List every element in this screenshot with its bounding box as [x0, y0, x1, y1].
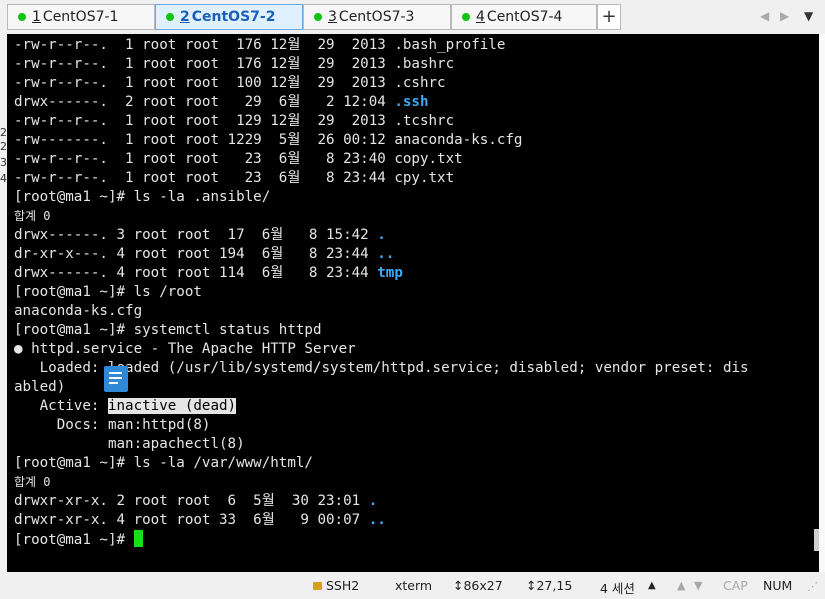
gutter-char: 2	[0, 140, 7, 153]
terminal-prompt-line: [root@ma1 ~]# ls -la .ansible/	[14, 189, 271, 205]
terminal-line: -rw-r--r--. 1 root root 176 12월 29 2013 …	[14, 56, 455, 72]
tab-centos7-1[interactable]: 1 CentOS7-1	[7, 4, 155, 30]
new-tab-button[interactable]: +	[597, 4, 621, 30]
resize-grip-icon[interactable]: ⋰	[807, 580, 818, 593]
tab-number: 1	[32, 9, 41, 25]
tab-centos7-3[interactable]: 3 CentOS7-3	[303, 4, 451, 30]
cursor-position: ↕27,15	[526, 578, 573, 593]
tab-label: CentOS7-3	[338, 9, 415, 25]
directory-name: .ssh	[394, 94, 429, 110]
active-state-highlight: inactive (dead)	[107, 398, 237, 414]
caps-lock-indicator: CAP	[723, 578, 748, 593]
scroll-down-icon[interactable]: ▼	[694, 579, 702, 592]
document-icon[interactable]	[104, 366, 128, 392]
directory-name: ..	[368, 512, 386, 528]
terminal-type: xterm	[395, 578, 433, 593]
terminal-prompt-line: [root@ma1 ~]# ls /root	[14, 284, 202, 300]
terminal-line: dr-xr-x---. 4 root root 194 6월 8 23:44 .…	[14, 246, 395, 262]
cursor-position-icon: ↕	[526, 578, 537, 593]
terminal-size: ↕86x27	[453, 578, 503, 593]
connected-status-icon	[166, 13, 174, 21]
gutter-char: 3	[0, 156, 7, 169]
connected-status-icon	[462, 13, 470, 21]
scrollbar-track[interactable]	[812, 34, 819, 572]
terminal-line: 합계 0	[14, 475, 51, 489]
tab-scroll-left-icon[interactable]: ◀	[760, 9, 769, 23]
resize-icon: ↕	[453, 578, 464, 593]
tab-label: CentOS7-4	[486, 9, 563, 25]
protocol-status: SSH2	[313, 578, 359, 593]
terminal-line: Docs: man:httpd(8)	[14, 417, 211, 433]
terminal-line: man:apachectl(8)	[14, 436, 245, 452]
terminal-line: 합계 0	[14, 209, 51, 223]
tab-number: 4	[476, 9, 485, 25]
lock-icon	[313, 582, 322, 590]
gutter-char: 4	[0, 172, 7, 185]
terminal-line: -rw-------. 1 root root 1229 5월 26 00:12…	[14, 132, 523, 148]
connected-status-icon	[18, 13, 26, 21]
terminal-line: drwx------. 2 root root 29 6월 2 12:04 .s…	[14, 94, 429, 110]
terminal-cursor	[133, 530, 143, 547]
tab-bar: 1 CentOS7-1 2 CentOS7-2 3 CentOS7-3 4 Ce…	[0, 0, 825, 34]
scroll-up-icon[interactable]: ▲	[677, 579, 685, 592]
right-gutter	[819, 34, 825, 572]
tab-list-dropdown-icon[interactable]: ▼	[804, 9, 813, 23]
terminal-line: -rw-r--r--. 1 root root 23 6월 8 23:44 cp…	[14, 170, 455, 186]
gutter-char: 2	[0, 126, 7, 139]
tab-number: 3	[328, 9, 337, 25]
terminal-line: -rw-r--r--. 1 root root 100 12월 29 2013 …	[14, 75, 446, 91]
session-menu-icon[interactable]: ▲	[648, 580, 656, 591]
terminal-line: drwx------. 3 root root 17 6월 8 15:42 .	[14, 227, 386, 243]
terminal-line: -rw-r--r--. 1 root root 129 12월 29 2013 …	[14, 113, 455, 129]
terminal-prompt-line: [root@ma1 ~]# ls -la /var/www/html/	[14, 455, 313, 471]
terminal-prompt-line: [root@ma1 ~]#	[14, 530, 143, 549]
terminal-line: ● httpd.service - The Apache HTTP Server	[14, 341, 356, 357]
terminal-output[interactable]: -rw-r--r--. 1 root root 176 12월 29 2013 …	[7, 34, 819, 572]
terminal-line: abled)	[14, 379, 66, 395]
session-count[interactable]: 4 세션	[600, 578, 635, 597]
connected-status-icon	[314, 13, 322, 21]
status-bar: SSH2 xterm ↕86x27 ↕27,15 4 세션 ▲ ▲ ▼ CAP …	[0, 572, 825, 599]
tab-label: CentOS7-2	[191, 9, 276, 25]
left-gutter: 2 2 3 4	[0, 34, 7, 572]
directory-name: .	[377, 227, 386, 243]
directory-name: tmp	[377, 265, 403, 281]
tab-centos7-4[interactable]: 4 CentOS7-4	[451, 4, 597, 30]
terminal-line: -rw-r--r--. 1 root root 23 6월 8 23:40 co…	[14, 151, 463, 167]
num-lock-indicator: NUM	[763, 578, 793, 593]
terminal-prompt-line: [root@ma1 ~]# systemctl status httpd	[14, 322, 322, 338]
tab-number: 2	[180, 9, 190, 25]
tab-label: CentOS7-1	[42, 9, 119, 25]
terminal-line: Active: inactive (dead)	[14, 398, 237, 414]
terminal-line: drwxr-xr-x. 4 root root 33 6월 9 00:07 ..	[14, 512, 386, 528]
terminal-line: drwxr-xr-x. 2 root root 6 5월 30 23:01 .	[14, 493, 378, 509]
tab-centos7-2[interactable]: 2 CentOS7-2	[155, 4, 303, 30]
tab-scroll-right-icon[interactable]: ▶	[780, 9, 789, 23]
terminal-line: -rw-r--r--. 1 root root 176 12월 29 2013 …	[14, 37, 506, 53]
directory-name: .	[368, 493, 378, 509]
terminal-line: anaconda-ks.cfg	[14, 303, 143, 319]
terminal-line: drwx------. 4 root root 114 6월 8 23:44 t…	[14, 265, 403, 281]
directory-name: ..	[377, 246, 395, 262]
